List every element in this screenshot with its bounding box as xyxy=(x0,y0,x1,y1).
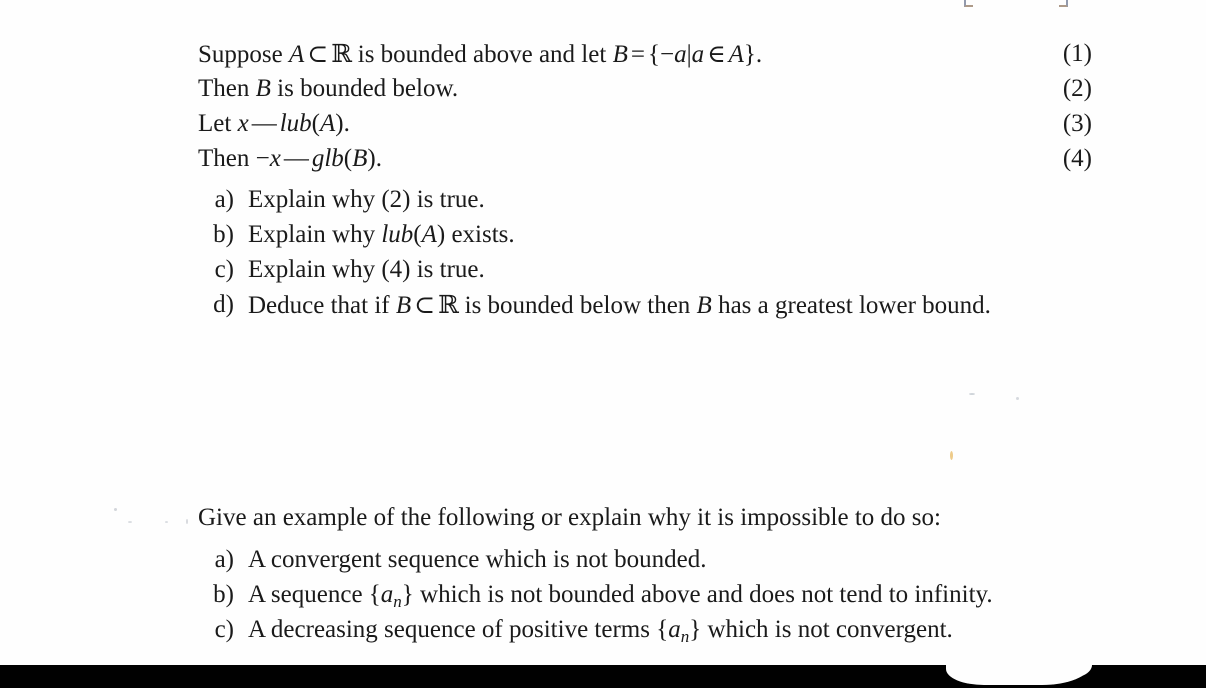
document-page: Suppose A ⊂ ℝ is bounded above and let B ={… xyxy=(0,0,1206,688)
item-label: b) xyxy=(213,581,234,608)
scan-speck xyxy=(165,521,168,523)
statement-line: Then −x — glb(B). (4) xyxy=(198,141,1092,176)
equation-number: (4) xyxy=(1062,145,1092,172)
statement-line: Then B is bounded below. (2) xyxy=(198,71,1092,106)
item-label: c) xyxy=(214,256,234,283)
equation-number: (3) xyxy=(1062,110,1092,137)
scan-speck xyxy=(114,508,117,511)
statement-text: Suppose A ⊂ ℝ is bounded above and let B ={… xyxy=(198,39,763,68)
statement-line: Let x — lub(A). (3) xyxy=(198,106,1092,141)
item-label: d) xyxy=(213,291,234,318)
scan-speck xyxy=(1016,397,1019,400)
problem-two-item-list: a) A convergent sequence which is not bo… xyxy=(198,542,993,647)
item-text: A decreasing sequence of positive terms … xyxy=(248,616,953,646)
item-text: Explain why (2) is true. xyxy=(248,186,485,213)
item-text: Deduce that if B ⊂ ℝ is bounded below then… xyxy=(248,290,991,319)
statement-text: Then B is bounded below. xyxy=(198,75,459,102)
scan-speck xyxy=(128,521,132,523)
list-item: d) Deduce that if B ⊂ ℝ is bounded below t… xyxy=(198,287,991,322)
statement-line: Suppose A ⊂ ℝ is bounded above and let B ={… xyxy=(198,36,1092,71)
list-item: c) A decreasing sequence of positive ter… xyxy=(198,612,993,647)
prompt-text: Give an example of the following or expl… xyxy=(198,504,941,531)
equation-number: (1) xyxy=(1062,40,1092,67)
scan-speck xyxy=(950,451,953,460)
item-text: A convergent sequence which is not bound… xyxy=(248,546,707,573)
item-text: Explain why (4) is true. xyxy=(248,256,485,283)
item-label: a) xyxy=(214,186,234,213)
top-registration-mark-right xyxy=(1059,0,1068,7)
item-text: A sequence {an} which is not bounded abo… xyxy=(248,581,993,611)
item-label: b) xyxy=(213,221,234,248)
problem-two-prompt: Give an example of the following or expl… xyxy=(198,500,941,535)
problem-one-statements: Suppose A ⊂ ℝ is bounded above and let B ={… xyxy=(198,36,1092,176)
problem-one-item-list: a) Explain why (2) is true. b) Explain w… xyxy=(198,182,991,322)
list-item: a) Explain why (2) is true. xyxy=(198,182,991,217)
scan-speck xyxy=(969,393,975,395)
prompt-line: Give an example of the following or expl… xyxy=(198,500,941,535)
item-label: c) xyxy=(214,616,234,643)
list-item: a) A convergent sequence which is not bo… xyxy=(198,542,993,577)
equation-number: (2) xyxy=(1062,75,1092,102)
list-item: c) Explain why (4) is true. xyxy=(198,252,991,287)
list-item: b) Explain why lub(A) exists. xyxy=(198,217,991,252)
statement-text: Let x — lub(A). xyxy=(198,110,350,137)
scan-speck xyxy=(186,519,188,524)
item-label: a) xyxy=(214,546,234,573)
list-item: b) A sequence {an} which is not bounded … xyxy=(198,577,993,612)
statement-text: Then −x — glb(B). xyxy=(198,145,382,172)
top-registration-mark-left xyxy=(964,0,973,7)
item-text: Explain why lub(A) exists. xyxy=(248,221,515,248)
